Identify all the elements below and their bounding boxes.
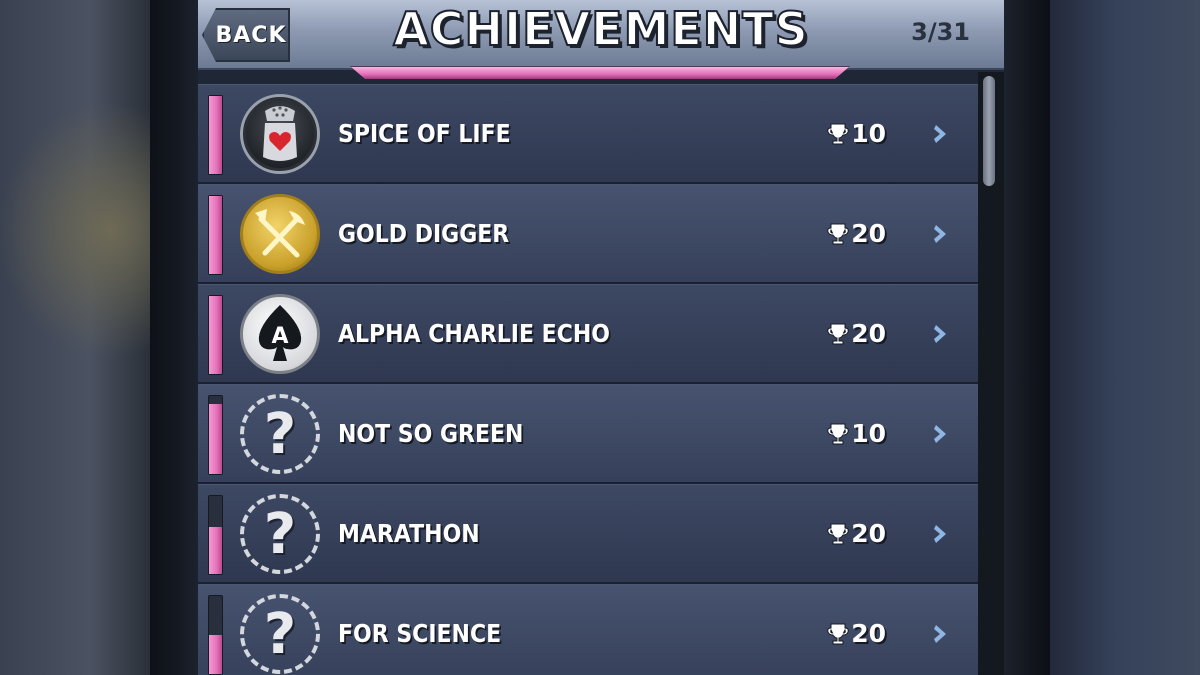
chevron-right-icon[interactable] bbox=[932, 422, 950, 446]
achievement-points: 10 bbox=[827, 385, 886, 482]
device-bezel-left bbox=[150, 0, 198, 675]
achievement-counter: 3/31 bbox=[911, 18, 970, 46]
chevron-right-icon[interactable] bbox=[932, 522, 950, 546]
ace-spade-icon: A bbox=[240, 294, 320, 374]
blurred-background-right bbox=[1050, 0, 1200, 675]
achievement-points: 20 bbox=[827, 585, 886, 675]
trophy-icon bbox=[827, 323, 849, 344]
points-value: 20 bbox=[851, 519, 886, 548]
salt-shaker-heart-icon bbox=[240, 94, 320, 174]
progress-bar bbox=[208, 195, 223, 275]
trophy-icon bbox=[827, 623, 849, 644]
achievement-points: 20 bbox=[827, 285, 886, 382]
achievement-row[interactable]: ? MARATHON 20 bbox=[198, 484, 978, 584]
achievement-points: 10 bbox=[827, 85, 886, 182]
blurred-background-left bbox=[0, 0, 150, 675]
achievement-name: MARATHON bbox=[338, 519, 480, 548]
progress-bar bbox=[208, 295, 223, 375]
progress-bar bbox=[208, 95, 223, 175]
achievement-list: SPICE OF LIFE 10 GOLD DIGGER 20 A ALPHA … bbox=[198, 84, 978, 675]
header-bar: BACK ACHIEVEMENTS 3/31 bbox=[198, 0, 1004, 70]
scrollbar-thumb[interactable] bbox=[983, 76, 995, 186]
achievement-row[interactable]: A ALPHA CHARLIE ECHO 20 bbox=[198, 284, 978, 384]
achievement-row[interactable]: SPICE OF LIFE 10 bbox=[198, 84, 978, 184]
achievement-points: 20 bbox=[827, 485, 886, 582]
chevron-right-icon[interactable] bbox=[932, 622, 950, 646]
progress-bar bbox=[208, 395, 223, 475]
pickaxe-shovel-icon bbox=[240, 194, 320, 274]
points-value: 10 bbox=[851, 119, 886, 148]
svg-text:A: A bbox=[271, 324, 288, 349]
achievement-name: SPICE OF LIFE bbox=[338, 119, 511, 148]
trophy-icon bbox=[827, 423, 849, 444]
achievement-name: GOLD DIGGER bbox=[338, 219, 510, 248]
page-title: ACHIEVEMENTS bbox=[392, 1, 809, 57]
progress-bar bbox=[208, 595, 223, 675]
points-value: 20 bbox=[851, 319, 886, 348]
achievement-name: FOR SCIENCE bbox=[338, 619, 502, 648]
achievement-name: ALPHA CHARLIE ECHO bbox=[338, 319, 610, 348]
achievement-row[interactable]: ? FOR SCIENCE 20 bbox=[198, 584, 978, 675]
chevron-right-icon[interactable] bbox=[932, 122, 950, 146]
question-mark-icon: ? bbox=[240, 494, 320, 574]
points-value: 10 bbox=[851, 419, 886, 448]
chevron-right-icon[interactable] bbox=[932, 222, 950, 246]
achievements-screen: BACK ACHIEVEMENTS 3/31 SPICE OF LIFE 10 bbox=[198, 0, 1004, 675]
points-value: 20 bbox=[851, 219, 886, 248]
trophy-icon bbox=[827, 223, 849, 244]
header-accent-bar bbox=[350, 66, 850, 79]
chevron-right-icon[interactable] bbox=[932, 322, 950, 346]
achievement-points: 20 bbox=[827, 185, 886, 282]
achievement-name: NOT SO GREEN bbox=[338, 419, 524, 448]
device-bezel-right bbox=[1004, 0, 1050, 675]
question-mark-icon: ? bbox=[240, 394, 320, 474]
trophy-icon bbox=[827, 523, 849, 544]
question-mark-icon: ? bbox=[240, 594, 320, 674]
trophy-icon bbox=[827, 123, 849, 144]
progress-bar bbox=[208, 495, 223, 575]
points-value: 20 bbox=[851, 619, 886, 648]
achievement-row[interactable]: ? NOT SO GREEN 10 bbox=[198, 384, 978, 484]
achievement-row[interactable]: GOLD DIGGER 20 bbox=[198, 184, 978, 284]
